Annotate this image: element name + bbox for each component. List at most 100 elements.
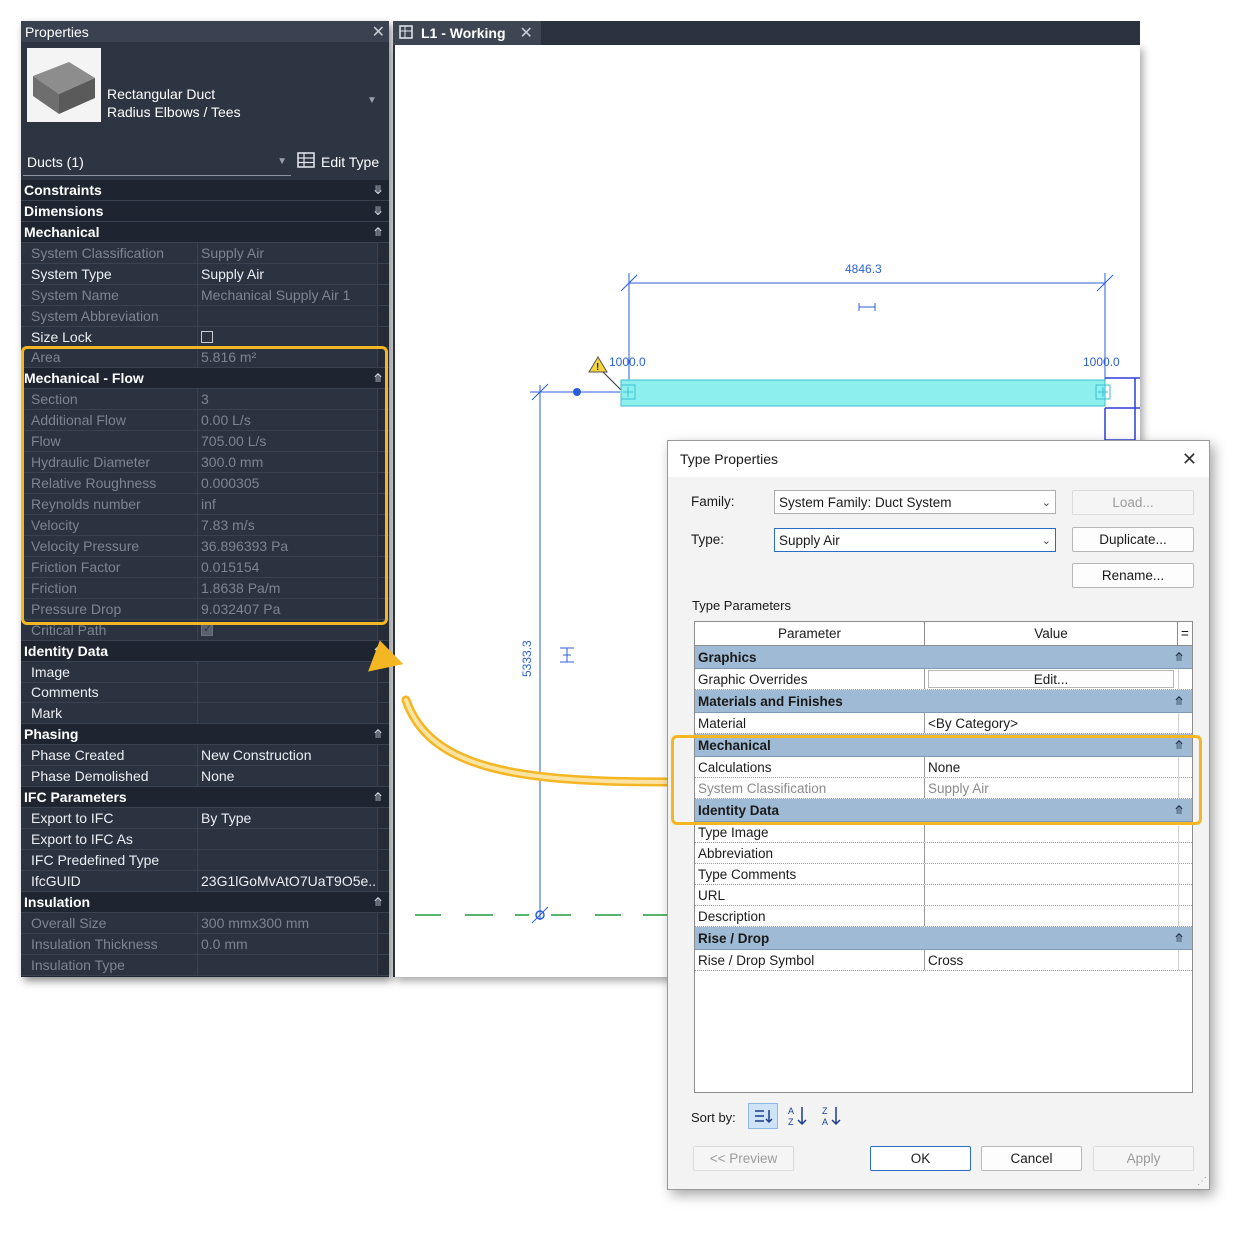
category-header[interactable]: IFC Parameters ⤊ [21,787,389,809]
property-value[interactable]: Supply Air [197,263,377,284]
dimension-end-right[interactable]: 1000.0 [1083,355,1120,369]
property-value[interactable] [197,682,377,703]
load-button[interactable]: Load... [1072,490,1194,515]
column-header-value[interactable]: Value [925,622,1178,645]
property-row[interactable]: Comments [21,682,389,704]
collapse-icon[interactable]: ⤊ [1174,694,1184,708]
property-row[interactable]: IfcGUID 23G1lGoMvAtO7UaT9O5e... [21,870,389,892]
property-value[interactable]: New Construction [197,745,377,766]
parameter-group-header[interactable]: Identity Data ⤊ [695,799,1192,822]
edit-type-button[interactable]: Edit Type [297,152,379,171]
table-row[interactable]: Description [695,906,1192,927]
parameter-value[interactable] [925,885,1178,905]
property-row[interactable]: Phase Created New Construction [21,745,389,767]
type-selector[interactable]: Rectangular Duct Radius Elbows / Tees ▼ [21,42,389,144]
category-header[interactable]: Mechanical ⤊ [21,221,389,243]
property-row[interactable]: Size Lock [21,326,389,348]
selected-duct[interactable] [620,379,1111,407]
collapse-icon[interactable]: ⤊ [373,895,383,909]
category-header[interactable]: Identity Data ⤊ [21,640,389,662]
dimension-vertical[interactable] [530,383,620,924]
ok-button[interactable]: OK [870,1146,971,1171]
parameter-value[interactable] [925,864,1178,884]
parameter-value[interactable] [925,843,1178,863]
dimension-end-left[interactable]: 1000.0 [609,355,646,369]
edit-graphic-overrides-button[interactable]: Edit... [928,670,1174,688]
parameter-group-header[interactable]: Mechanical ⤊ [695,734,1192,757]
expand-icon[interactable]: ⤋ [373,204,383,218]
category-header[interactable]: Mechanical - Flow ⤊ [21,368,389,390]
dimension-horizontal[interactable] [620,273,1114,390]
parameter-group-header[interactable]: Graphics ⤊ [695,646,1192,669]
property-row[interactable]: IFC Predefined Type [21,850,389,871]
family-dropdown[interactable]: System Family: Duct System ⌄ [774,490,1056,514]
dimension-value-top[interactable]: 4846.3 [845,262,882,276]
collapse-icon[interactable]: ⤊ [373,371,383,385]
parameter-value[interactable]: Cross [925,950,1178,970]
preview-button[interactable]: << Preview [693,1146,794,1171]
sort-grouped-icon[interactable] [748,1103,778,1129]
tab-l1-working[interactable]: L1 - Working ✕ [393,21,541,45]
property-row[interactable]: Export to IFC As [21,829,389,850]
table-row[interactable]: Type Comments [695,864,1192,885]
property-row[interactable]: Image [21,661,389,683]
table-row[interactable]: Type Image [695,822,1192,843]
table-row[interactable]: Abbreviation [695,843,1192,864]
instance-filter-dropdown[interactable]: Ducts (1) ▼ [23,148,291,176]
duplicate-button[interactable]: Duplicate... [1072,527,1194,552]
property-row[interactable]: Phase Demolished None [21,766,389,788]
parameter-group-header[interactable]: Materials and Finishes ⤊ [695,690,1192,713]
type-dropdown[interactable]: Supply Air ⌄ [774,528,1056,552]
collapse-icon[interactable]: ⤊ [373,727,383,741]
table-row[interactable]: Calculations None [695,757,1192,778]
property-row[interactable]: System Type Supply Air [21,263,389,285]
collapse-icon[interactable]: ⤊ [373,225,383,239]
table-row[interactable]: Material <By Category> [695,713,1192,734]
collapse-icon[interactable]: ⤊ [1174,738,1184,752]
parameter-value[interactable]: None [925,757,1178,777]
apply-button[interactable]: Apply [1093,1146,1194,1171]
close-icon[interactable]: ✕ [1182,449,1197,470]
column-header-formula[interactable]: = [1178,622,1192,645]
close-icon[interactable]: ✕ [520,23,533,43]
dimension-value-vertical[interactable]: 5333.3 [520,640,534,677]
cancel-button[interactable]: Cancel [981,1146,1082,1171]
parameter-value[interactable]: <By Category> [925,713,1178,733]
collapse-icon[interactable]: ⤊ [1174,931,1184,945]
sort-descending-icon[interactable]: ZA [819,1103,845,1129]
category-header[interactable]: Lining⤊ [21,975,389,977]
sort-ascending-icon[interactable]: AZ [785,1103,811,1129]
property-row[interactable]: Mark [21,703,389,725]
close-icon[interactable]: ✕ [372,22,385,42]
property-value[interactable]: By Type [197,808,377,829]
parameter-value[interactable] [925,906,1178,926]
table-row[interactable]: Graphic Overrides Edit... [695,669,1192,690]
table-row[interactable]: Rise / Drop Symbol Cross [695,950,1192,971]
property-value[interactable] [197,829,377,849]
expand-icon[interactable]: ⤋ [373,183,383,197]
collapse-icon[interactable]: ⤊ [373,644,383,658]
table-row[interactable]: URL [695,885,1192,906]
property-name: Insulation Thickness [31,935,158,952]
parameter-group-header[interactable]: Rise / Drop ⤊ [695,927,1192,950]
chevron-down-icon[interactable]: ▼ [367,95,377,106]
property-value[interactable] [197,703,377,724]
rename-button[interactable]: Rename... [1072,563,1194,588]
property-value[interactable]: 23G1lGoMvAtO7UaT9O5e... [197,870,377,891]
property-value[interactable]: None [197,766,377,787]
checkbox-icon[interactable] [201,330,213,343]
category-header[interactable]: Dimensions ⤋ [21,200,389,222]
category-header[interactable]: Insulation ⤊ [21,891,389,913]
category-header[interactable]: Phasing ⤊ [21,724,389,746]
property-value[interactable] [197,850,377,870]
column-header-parameter[interactable]: Parameter [695,622,925,645]
resize-grip-icon[interactable]: ⋰ [1197,1176,1207,1187]
category-header[interactable]: Constraints ⤋ [21,180,389,201]
collapse-icon[interactable]: ⤊ [1174,803,1184,817]
property-value[interactable] [197,661,377,682]
collapse-icon[interactable]: ⤊ [373,790,383,804]
property-row[interactable]: Export to IFC By Type [21,808,389,830]
parameter-value[interactable] [925,822,1178,842]
collapse-icon[interactable]: ⤊ [1174,650,1184,664]
property-checkbox[interactable] [197,326,377,347]
